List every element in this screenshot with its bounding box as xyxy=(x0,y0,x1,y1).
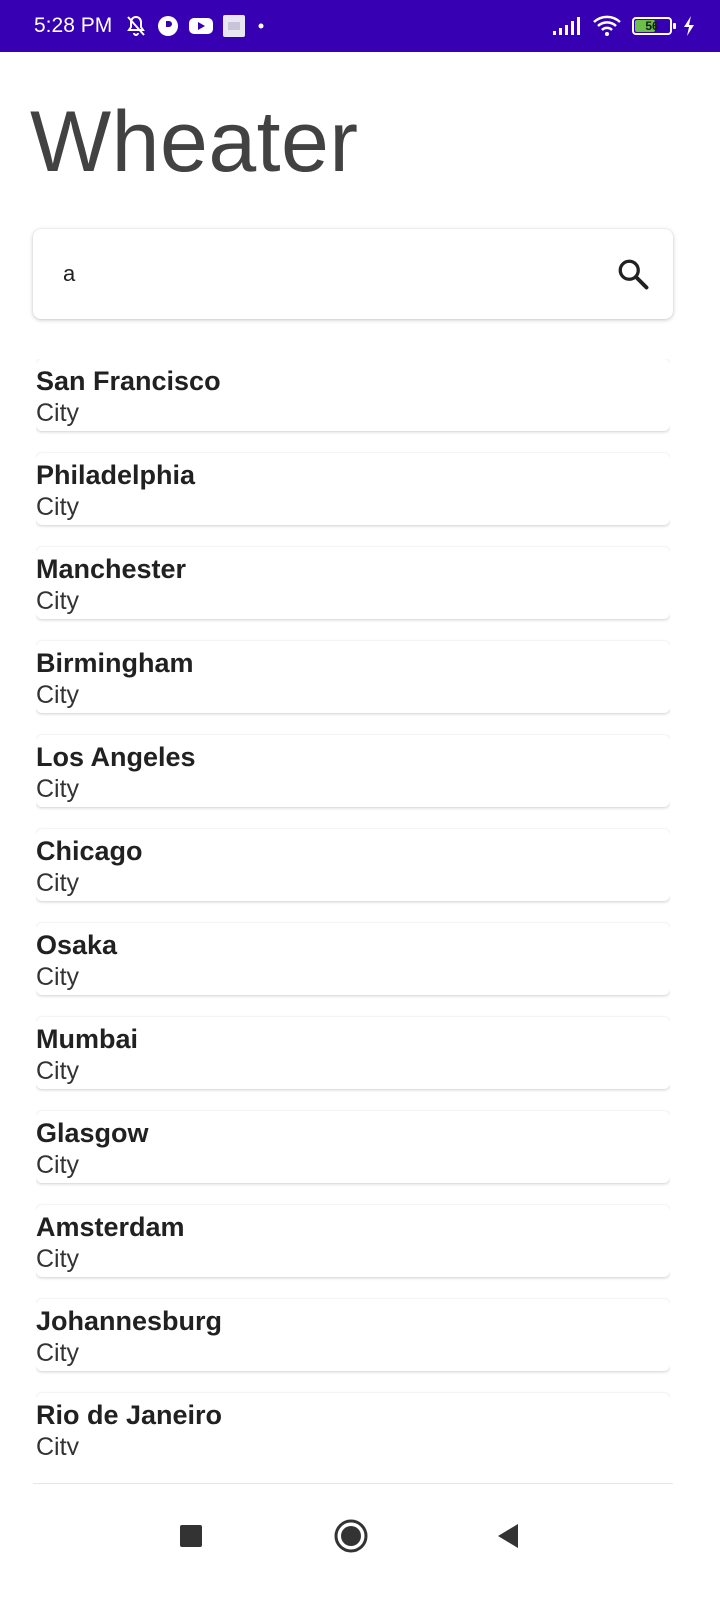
city-type: City xyxy=(36,1057,80,1085)
city-type: City xyxy=(36,1151,80,1179)
city-type: City xyxy=(36,869,80,897)
app-notification-icon xyxy=(156,14,180,38)
city-name: San Francisco xyxy=(36,366,221,396)
result-card[interactable]: Johannesburg City xyxy=(36,1299,670,1371)
result-card[interactable]: Amsterdam City xyxy=(36,1205,670,1277)
result-card[interactable]: Osaka City xyxy=(36,923,670,995)
city-name: Osaka xyxy=(36,930,118,960)
bell-off-icon xyxy=(124,14,148,38)
city-type: City xyxy=(36,1339,80,1367)
charging-icon xyxy=(682,15,696,37)
result-card[interactable]: Mumbai City xyxy=(36,1017,670,1089)
result-card[interactable]: Glasgow City xyxy=(36,1111,670,1183)
app-title: Wheater xyxy=(30,94,359,190)
city-type: City xyxy=(36,1245,80,1273)
youtube-icon xyxy=(188,16,214,36)
city-name: Los Angeles xyxy=(36,742,196,772)
city-type: City xyxy=(36,681,80,709)
result-card[interactable]: Chicago City xyxy=(36,829,670,901)
city-type: City xyxy=(36,493,80,521)
dot-icon xyxy=(254,19,268,33)
result-card[interactable]: San Francisco City xyxy=(36,359,670,431)
status-right: 56 xyxy=(552,15,696,37)
city-name: Birmingham xyxy=(36,648,194,678)
city-type: City xyxy=(36,587,80,615)
back-icon[interactable] xyxy=(478,1506,538,1566)
search-icon[interactable] xyxy=(613,254,653,294)
wifi-icon xyxy=(592,15,622,37)
city-name: Rio de Janeiro xyxy=(36,1400,223,1430)
city-type: City xyxy=(36,775,80,803)
battery-cap xyxy=(673,23,676,29)
city-name: Glasgow xyxy=(36,1118,149,1148)
battery-icon: 56 xyxy=(632,17,676,35)
result-card[interactable]: Rio de Janeiro City xyxy=(36,1393,670,1455)
city-type: City xyxy=(36,963,80,991)
signal-icon xyxy=(552,16,582,36)
navigation-bar xyxy=(0,1484,720,1600)
result-card[interactable]: Los Angeles City xyxy=(36,735,670,807)
status-time: 5:28 PM xyxy=(34,14,113,37)
city-type: City xyxy=(36,399,80,427)
city-name: Manchester xyxy=(36,554,187,584)
city-name: Philadelphia xyxy=(36,460,196,490)
result-card[interactable]: Birmingham City xyxy=(36,641,670,713)
result-card[interactable]: Manchester City xyxy=(36,547,670,619)
status-left: 5:28 PM xyxy=(34,14,268,38)
battery-level: 56 xyxy=(645,19,659,33)
image-icon xyxy=(222,14,246,38)
city-name: Johannesburg xyxy=(36,1306,223,1336)
home-icon[interactable] xyxy=(321,1506,381,1566)
city-type: City xyxy=(36,1433,80,1455)
search-bar[interactable] xyxy=(33,229,673,319)
results-list: San Francisco City Philadelphia City Manches… xyxy=(36,359,670,1455)
city-name: Mumbai xyxy=(36,1024,139,1054)
result-card[interactable]: Philadelphia City xyxy=(36,453,670,525)
city-name: Chicago xyxy=(36,836,143,866)
city-name: Amsterdam xyxy=(36,1212,185,1242)
search-input[interactable] xyxy=(63,261,613,287)
recents-icon[interactable] xyxy=(161,1506,221,1566)
status-bar: 5:28 PM 56 xyxy=(0,0,720,52)
